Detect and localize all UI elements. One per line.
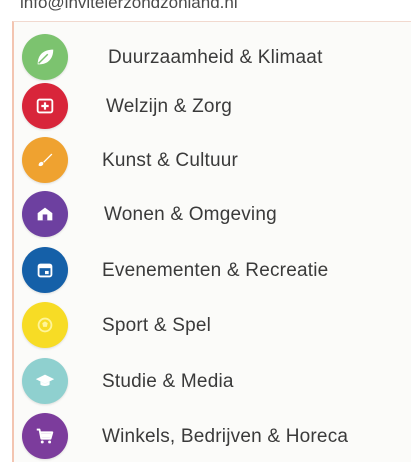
category-item-welzijn[interactable]: Welzijn & Zorg	[22, 83, 411, 131]
category-icon-badge	[22, 83, 68, 129]
category-icon-badge	[22, 191, 68, 237]
category-item-sport[interactable]: Sport & Spel	[22, 302, 411, 350]
brush-icon	[38, 153, 53, 167]
category-icon-badge	[22, 34, 68, 80]
category-label: Wonen & Omgeving	[104, 204, 277, 225]
cart-icon	[36, 428, 54, 444]
category-list: Duurzaamheid & Klimaat Welzijn & Zorg Ku…	[12, 21, 411, 462]
category-item-winkels[interactable]: Winkels, Bedrijven & Horeca	[22, 413, 411, 461]
first-aid-icon	[36, 98, 54, 114]
category-item-wonen[interactable]: Wonen & Omgeving	[22, 191, 411, 239]
category-item-evenementen[interactable]: Evenementen & Recreatie	[22, 247, 411, 295]
category-label: Kunst & Cultuur	[102, 150, 239, 171]
category-icon-badge	[22, 247, 68, 293]
category-item-studie[interactable]: Studie & Media	[22, 358, 411, 406]
category-icon-badge	[22, 413, 68, 459]
category-label: Evenementen & Recreatie	[102, 260, 329, 281]
category-label: Sport & Spel	[102, 315, 212, 336]
category-label: Winkels, Bedrijven & Horeca	[102, 426, 349, 447]
contact-email-text: info@invitelerzondzonland.nl	[20, 0, 238, 12]
calendar-icon	[37, 263, 53, 278]
category-label: Studie & Media	[102, 371, 234, 392]
category-icon-badge	[22, 302, 68, 348]
category-icon-badge	[22, 358, 68, 404]
category-icon-badge	[22, 137, 68, 183]
leaf-icon	[37, 49, 54, 65]
category-label: Welzijn & Zorg	[106, 96, 232, 117]
category-item-duurzaamheid[interactable]: Duurzaamheid & Klimaat	[22, 34, 411, 82]
graduation-cap-icon	[35, 374, 55, 387]
category-item-kunst[interactable]: Kunst & Cultuur	[22, 137, 411, 185]
house-icon	[37, 207, 53, 221]
ball-icon	[37, 317, 53, 333]
category-label: Duurzaamheid & Klimaat	[108, 47, 323, 68]
